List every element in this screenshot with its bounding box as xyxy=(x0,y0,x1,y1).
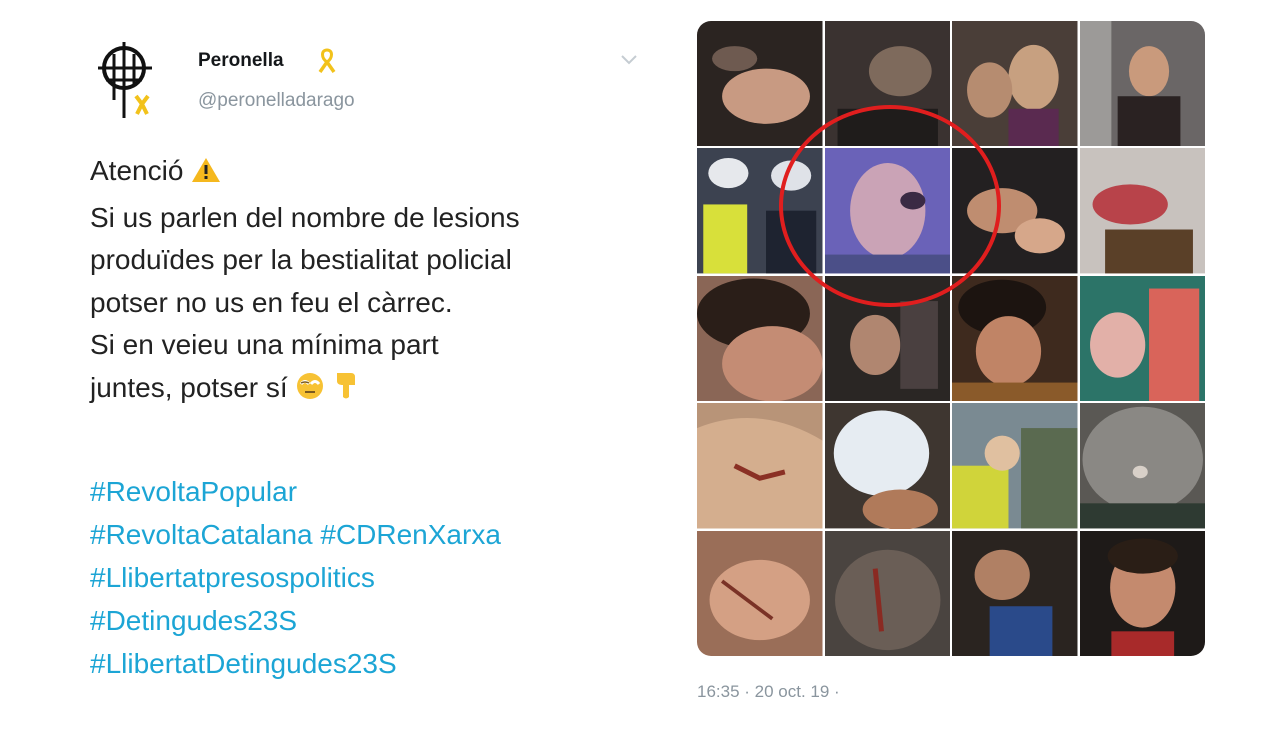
hashtag-link[interactable]: #RevoltaPopular xyxy=(90,476,297,507)
yellow-ribbon-icon xyxy=(316,48,338,74)
hashtag-list: #RevoltaPopular #RevoltaCatalana #CDRenX… xyxy=(90,470,670,685)
photo-collage[interactable] xyxy=(697,21,1205,656)
photo-tile xyxy=(697,275,823,402)
photo-tile xyxy=(697,530,823,656)
tweet-line: potser no us en feu el càrrec. xyxy=(90,286,453,318)
photo-tile xyxy=(824,530,950,656)
user-display-name[interactable]: Peronella xyxy=(198,50,284,72)
photo-tile xyxy=(1079,403,1205,529)
photo-tile xyxy=(952,275,1078,402)
photo-tile xyxy=(952,148,1078,274)
tweet-line: Si us parlen del nombre de lesions xyxy=(90,201,520,233)
warning-icon xyxy=(191,154,221,197)
photo-tile xyxy=(952,530,1078,656)
tweet-line: produïdes per la bestialitat policial xyxy=(90,244,512,275)
photo-tile xyxy=(824,275,950,402)
hashtag-link[interactable]: #LlibertatDetingudes23S xyxy=(90,648,397,679)
hashtag-link[interactable]: #Detingudes23S xyxy=(90,605,297,636)
photo-tile xyxy=(952,21,1078,147)
tweet-line: juntes, potser sí xyxy=(90,367,670,414)
avatar-logo-icon xyxy=(98,42,152,118)
photo-tile xyxy=(1079,148,1205,274)
photo-tile xyxy=(824,403,950,529)
tweet-text: Atenció Si us parlen del nombre de lesio… xyxy=(90,150,670,413)
photo-tile xyxy=(1079,530,1205,656)
avatar[interactable] xyxy=(96,40,160,120)
hashtag-link[interactable]: #CDRenXarxa xyxy=(320,519,501,550)
chevron-down-icon[interactable] xyxy=(618,48,640,70)
photo-tile xyxy=(1079,21,1205,147)
photo-tile xyxy=(697,403,823,529)
photo-tile-highlighted xyxy=(824,148,950,274)
pointing-down-icon xyxy=(333,369,359,414)
user-handle[interactable]: @peronelladarago xyxy=(198,90,355,112)
photo-tile xyxy=(824,21,950,147)
photo-tile xyxy=(697,21,823,147)
photo-tile xyxy=(697,148,823,274)
dizzy-face-emoji-icon xyxy=(295,371,325,414)
tweet-timestamp[interactable]: 16:35 · 20 oct. 19 · xyxy=(697,682,840,702)
tweet-line: Atenció xyxy=(90,150,670,197)
tweet-line: Si en veieu una mínima part xyxy=(90,329,439,360)
hashtag-link[interactable]: #Llibertatpresospolitics xyxy=(90,562,375,593)
photo-tile xyxy=(1079,275,1205,402)
hashtag-link[interactable]: #RevoltaCatalana xyxy=(90,519,313,550)
photo-tile xyxy=(952,403,1078,529)
